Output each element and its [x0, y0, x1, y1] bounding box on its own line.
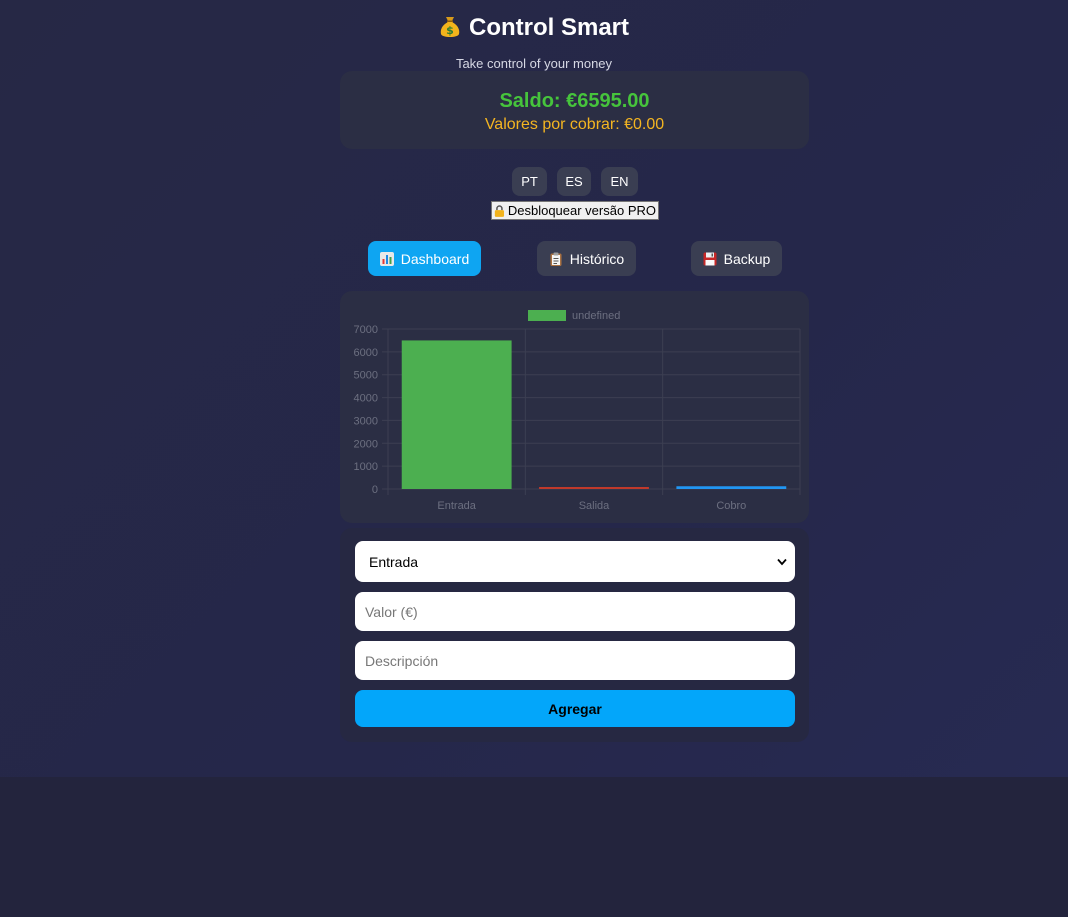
app-title-text: Control Smart	[468, 14, 629, 41]
transaction-form: Entrada Valor (€) Descripción Agregar	[340, 528, 809, 742]
x-tick-label: Cobro	[716, 500, 746, 512]
unlock-pro-label: Desbloquear versão PRO	[507, 203, 656, 218]
tab-history[interactable]: Histórico	[537, 241, 636, 276]
tab-dashboard[interactable]: Dashboard	[368, 241, 481, 276]
y-tick-label: 4000	[354, 393, 378, 405]
transaction-type-select[interactable]: Entrada	[355, 541, 795, 582]
value-input[interactable]: Valor (€)	[355, 592, 795, 631]
legend-swatch	[528, 310, 566, 321]
x-tick-label: Entrada	[437, 500, 476, 512]
page-subtitle: Take control of your money	[455, 56, 613, 71]
language-button-es[interactable]: ES	[557, 167, 591, 196]
value-input-placeholder: Valor (€)	[365, 603, 418, 620]
bar-entrada	[401, 340, 512, 489]
bar-salida	[539, 487, 649, 489]
balance-card: Saldo: €6595.00 Valores por cobrar: €0.0…	[340, 71, 809, 149]
y-tick-label: 5000	[354, 370, 378, 382]
tab-backup-label: Backup	[723, 250, 771, 267]
y-tick-label: 1000	[354, 461, 378, 473]
chevron-down-icon	[777, 558, 787, 565]
add-button[interactable]: Agregar	[355, 690, 795, 727]
page-title: $ Control Smart	[0, 14, 1068, 42]
unlock-pro-button[interactable]: Desbloquear versão PRO	[491, 201, 659, 220]
legend-label: undefined	[572, 310, 620, 322]
language-button-pt[interactable]: PT	[512, 167, 547, 196]
transaction-type-value: Entrada	[369, 553, 419, 570]
y-tick-label: 7000	[354, 324, 378, 336]
clipboard-icon	[550, 252, 562, 266]
y-tick-label: 6000	[354, 347, 378, 359]
language-button-en[interactable]: EN	[601, 167, 638, 196]
y-tick-label: 3000	[354, 415, 378, 427]
lock-icon	[494, 204, 505, 217]
money-bag-icon: $	[440, 17, 460, 37]
balance-amount: Saldo: €6595.00	[499, 90, 650, 112]
description-input-placeholder: Descripción	[365, 652, 439, 669]
y-tick-label: 0	[372, 484, 378, 496]
pending-amount: Valores por cobrar: €0.00	[484, 116, 665, 133]
summary-bar-chart: 0 1000 2000 3000 4000 5000 6000 7000 Entrada Sali…	[354, 310, 801, 512]
tab-backup[interactable]: Backup	[691, 241, 782, 276]
floppy-disk-icon	[703, 252, 717, 265]
tab-dashboard-label: Dashboard	[400, 250, 470, 267]
svg-text:$: $	[446, 24, 454, 37]
bar-cobro	[676, 486, 787, 489]
description-input[interactable]: Descripción	[355, 641, 795, 680]
summary-chart-card: 0 1000 2000 3000 4000 5000 6000 7000 Entrada Sali…	[340, 291, 809, 523]
tab-history-label: Histórico	[569, 250, 625, 267]
x-tick-label: Salida	[579, 500, 610, 512]
bar-chart-icon	[379, 251, 394, 266]
y-tick-label: 2000	[354, 438, 378, 450]
